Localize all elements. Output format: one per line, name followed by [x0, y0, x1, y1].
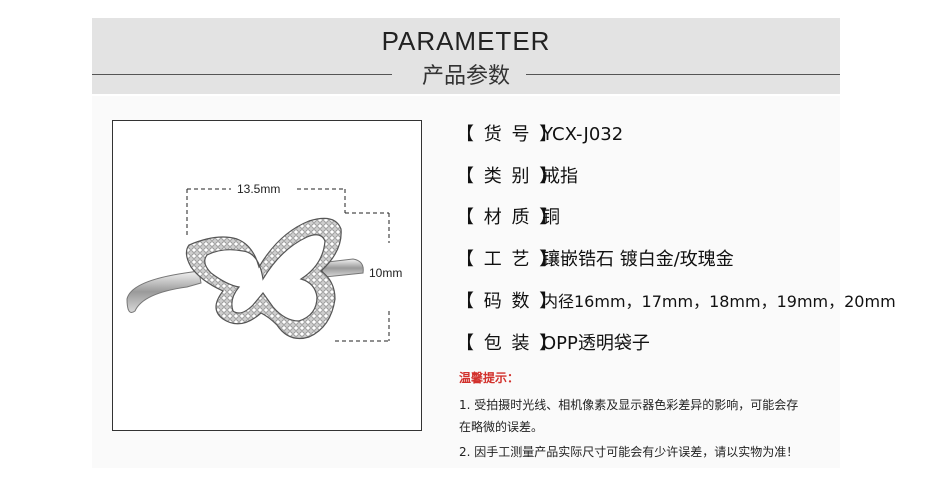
param-row-size: 【 码 数 】内径16mm，17mm，18mm，19mm，20mm: [456, 287, 896, 313]
param-row-category: 【 类 别 】戒指: [456, 162, 578, 188]
param-value: 铜: [542, 207, 560, 228]
title-rule-right: [526, 74, 840, 75]
param-value: 镶嵌锆石 镀白金/玫瑰金: [542, 249, 734, 270]
param-label: 【 材 质 】: [456, 207, 560, 228]
height-dimension-label: 10mm: [369, 266, 403, 280]
param-row-material: 【 材 质 】铜: [456, 203, 560, 229]
param-label: 【 货 号 】: [456, 124, 560, 145]
param-label: 【 码 数 】: [456, 291, 560, 312]
param-row-craft: 【 工 艺 】镶嵌锆石 镀白金/玫瑰金: [456, 245, 734, 271]
product-photo: 13.5mm 10mm: [112, 120, 422, 431]
param-label: 【 类 别 】: [456, 166, 560, 187]
param-value: 戒指: [542, 166, 578, 187]
param-row-sku: 【 货 号 】YCX-J032: [456, 120, 623, 146]
title-rule-left: [92, 74, 392, 75]
tip-line-2: 2. 因手工测量产品实际尺寸可能会有少许误差，请以实物为准！: [459, 445, 799, 459]
param-row-packaging: 【 包 装 】OPP透明袋子: [456, 329, 650, 355]
tip-line-1: 1. 受拍摄时光线、相机像素及显示器色彩差异的影响，可能会存: [459, 398, 799, 412]
param-value: 内径16mm，17mm，18mm，19mm，20mm: [542, 292, 896, 311]
tip-line-1-cont: 在略微的误差。: [459, 420, 544, 434]
width-dimension-label: 13.5mm: [237, 182, 281, 196]
page-title: PARAMETER: [381, 26, 551, 56]
header-banner: PARAMETER 产品参数: [92, 18, 840, 94]
param-label: 【 工 艺 】: [456, 249, 560, 270]
param-label: 【 包 装 】: [456, 333, 560, 354]
param-value: OPP透明袋子: [542, 333, 650, 354]
tips-title: 温馨提示：: [459, 371, 520, 385]
param-value: YCX-J032: [542, 124, 624, 145]
